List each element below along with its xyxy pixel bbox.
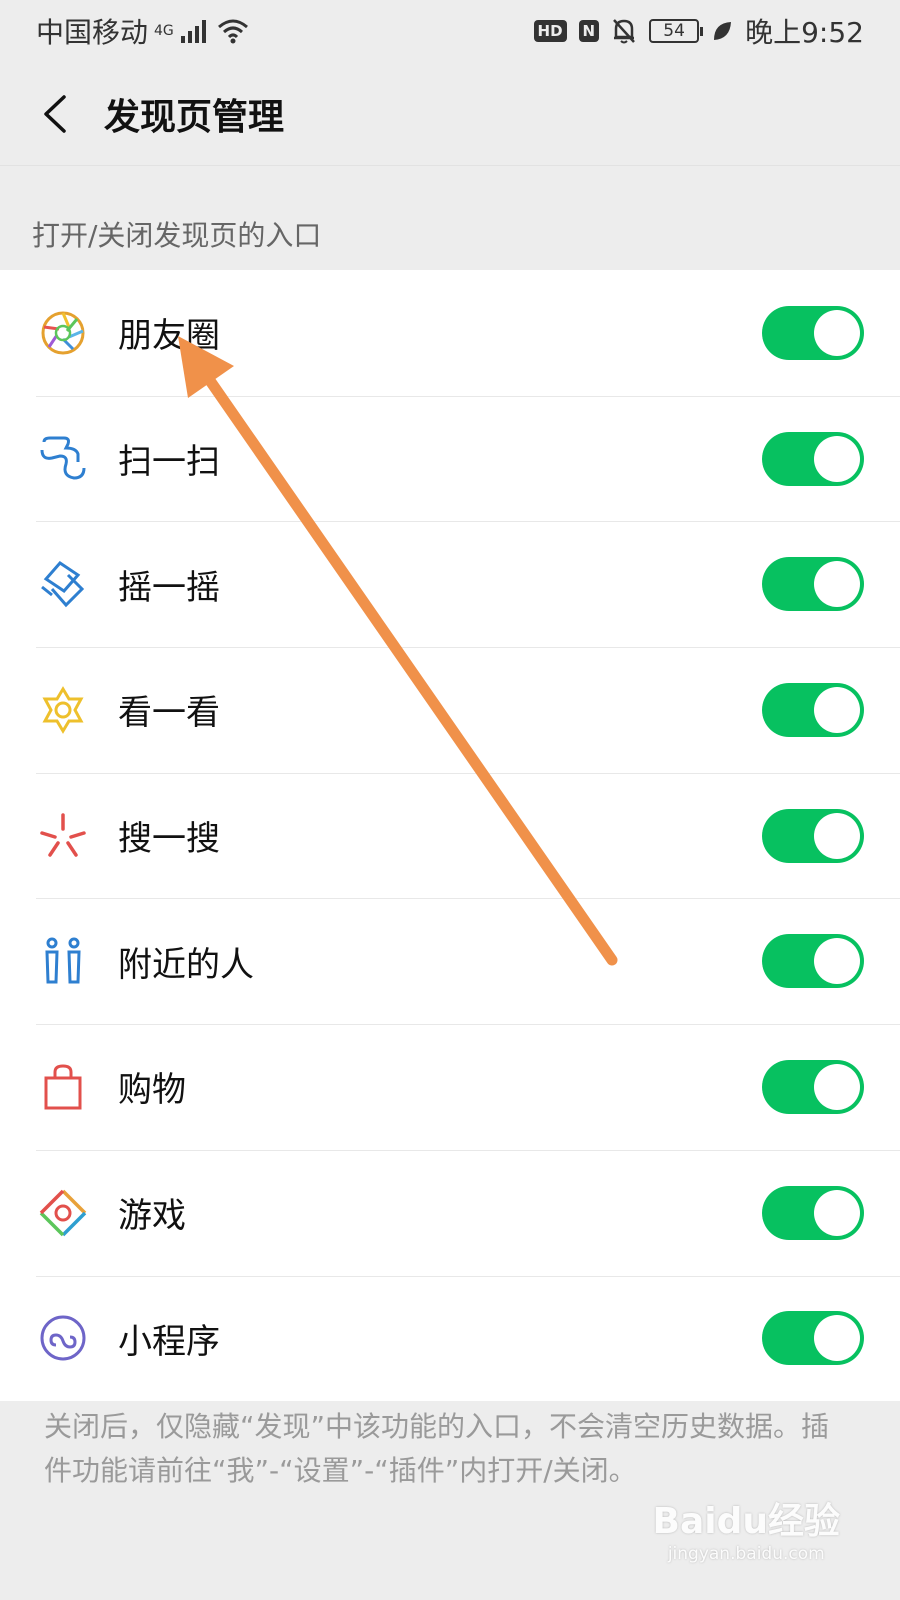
search-icon — [36, 809, 90, 863]
toggle-games[interactable] — [762, 1185, 864, 1240]
signal-icon — [180, 20, 206, 43]
list-item-shopping: 购物 — [0, 1024, 900, 1150]
toggle-knob — [814, 435, 860, 482]
list-item-label: 附近的人 — [118, 944, 254, 985]
discover-entries-list: 朋友圈 扫一扫 摇一摇 看一看 搜一搜 附近的人 购物 游戏 小程序 — [0, 270, 900, 1402]
list-item-moments: 朋友圈 — [0, 270, 900, 396]
watermark: Baidu经验 jingyan.baidu.com — [653, 1492, 840, 1564]
status-time: 晚上9:52 — [745, 16, 864, 49]
toggle-shopping[interactable] — [762, 1059, 864, 1114]
list-item-search: 搜一搜 — [0, 772, 900, 899]
carrier-name: 中国移动 — [36, 16, 149, 49]
list-item-scan: 扫一扫 — [0, 395, 900, 522]
list-item-label: 扫一扫 — [118, 442, 220, 483]
shake-icon — [36, 557, 90, 611]
status-bar: 中国移动 4G HD N 54 晚上9:52 — [0, 0, 900, 62]
hd-badge: HD — [533, 20, 567, 42]
list-item-label: 游戏 — [118, 1196, 186, 1237]
toggle-search[interactable] — [762, 808, 864, 863]
mini-programs-icon — [36, 1311, 90, 1365]
toggle-knob — [814, 1315, 860, 1362]
list-item-label: 朋友圈 — [118, 316, 220, 357]
battery-level: 54 — [663, 21, 685, 41]
wifi-icon — [217, 19, 248, 44]
list-item-top-stories: 看一看 — [0, 647, 900, 773]
list-item-label: 小程序 — [118, 1321, 220, 1362]
back-chevron-icon — [44, 94, 66, 133]
moments-icon — [36, 306, 90, 360]
list-item-label: 购物 — [118, 1070, 186, 1111]
list-item-label: 搜一搜 — [118, 819, 220, 860]
toggle-people-nearby[interactable] — [762, 934, 864, 989]
list-item-shake: 摇一摇 — [0, 521, 900, 647]
back-button[interactable] — [20, 79, 90, 149]
toggle-knob — [814, 812, 860, 859]
watermark-brand: Baidu经验 — [652, 1501, 840, 1542]
toggle-knob — [814, 561, 860, 608]
header: 发现页管理 — [0, 62, 900, 166]
list-item-label: 看一看 — [118, 693, 220, 734]
battery-icon: 54 — [649, 19, 704, 43]
page-title: 发现页管理 — [104, 96, 285, 138]
watermark-url: jingyan.baidu.com — [667, 1544, 825, 1564]
list-item-people-nearby: 附近的人 — [0, 898, 900, 1024]
list-item-mini-programs: 小程序 — [0, 1275, 900, 1402]
toggle-mini-programs[interactable] — [762, 1311, 864, 1366]
shopping-bag-icon — [36, 1060, 90, 1114]
list-item-label: 摇一摇 — [118, 567, 220, 608]
toggle-moments[interactable] — [762, 305, 864, 360]
nfc-icon: N — [578, 20, 600, 42]
games-icon — [36, 1186, 90, 1240]
scan-icon — [36, 432, 90, 486]
toggle-top-stories[interactable] — [762, 682, 864, 737]
network-type: 4G — [154, 23, 174, 39]
toggle-shake[interactable] — [762, 557, 864, 612]
toggle-scan[interactable] — [762, 431, 864, 486]
people-nearby-icon — [36, 934, 90, 988]
footnote: 关闭后，仅隐藏“发现”中该功能的入口，不会清空历史数据。插件功能请前往“我”-“… — [44, 1410, 830, 1487]
mute-bell-icon — [613, 19, 636, 44]
leaf-icon — [714, 22, 732, 40]
toggle-knob — [814, 686, 860, 733]
toggle-knob — [814, 1063, 860, 1110]
toggle-knob — [814, 309, 860, 356]
top-stories-icon — [36, 683, 90, 737]
toggle-knob — [814, 1189, 860, 1236]
section-label: 打开/关闭发现页的入口 — [32, 219, 322, 252]
list-item-games: 游戏 — [0, 1149, 900, 1276]
toggle-knob — [814, 938, 860, 985]
